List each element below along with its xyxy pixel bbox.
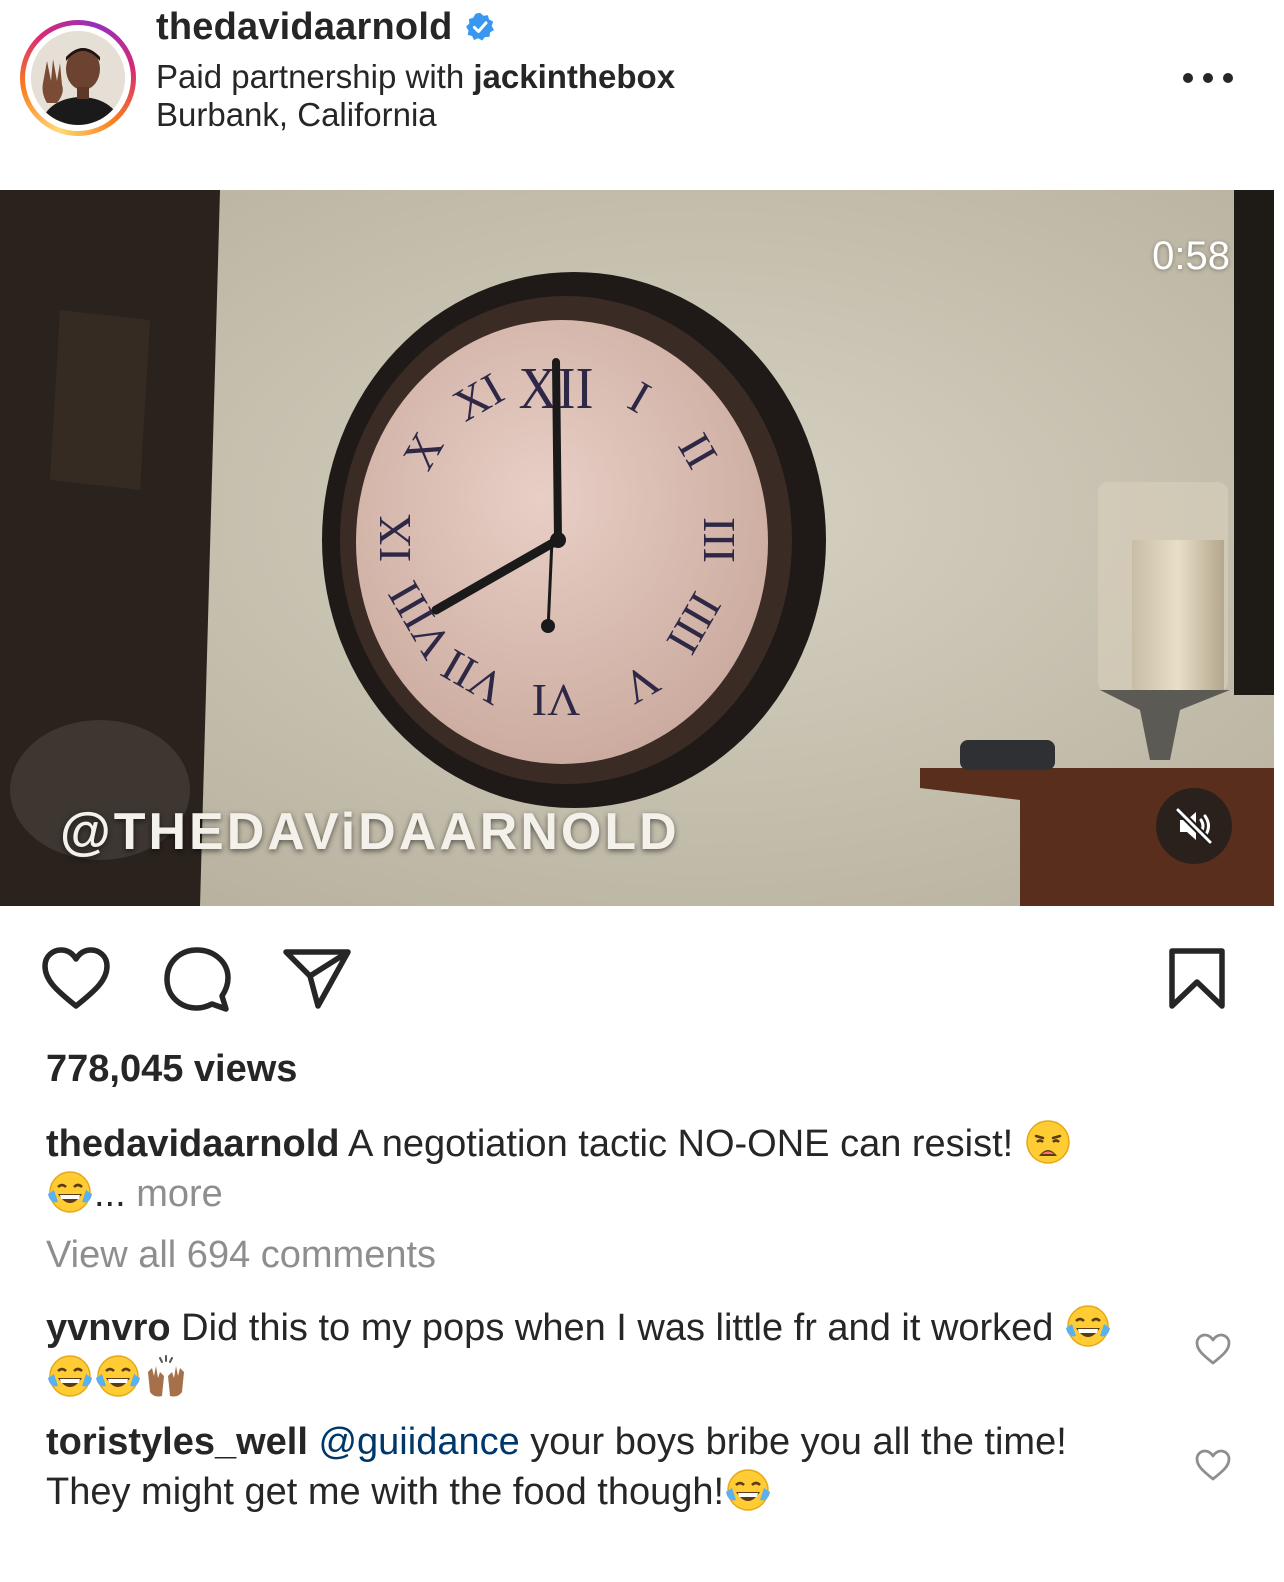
comment-username[interactable]: toristyles_well [46, 1421, 308, 1463]
partnership-prefix: Paid partnership with [156, 58, 474, 95]
weary-face-emoji-icon [1026, 1120, 1070, 1164]
caption-ellipsis: ... [94, 1173, 137, 1215]
comment-item: toristyles_well @guiidance your boys bri… [46, 1418, 1146, 1516]
comment-text: Did this to my pops when I was little fr… [170, 1307, 1064, 1349]
svg-text:III: III [694, 517, 745, 563]
view-all-comments-link[interactable]: View all 694 comments [46, 1234, 436, 1277]
story-ring[interactable] [20, 20, 136, 136]
video-duration: 0:58 [1152, 234, 1230, 278]
comment-bubble-icon[interactable] [162, 946, 232, 1016]
svg-text:IX: IX [369, 514, 420, 563]
tears-of-joy-emoji-icon [48, 1171, 92, 1213]
tears-of-joy-emoji-icon [96, 1355, 140, 1397]
post-caption: thedavidaarnold A negotiation tactic NO-… [46, 1118, 1236, 1218]
speaker-muted-icon [1175, 807, 1213, 845]
caption-text: A negotiation tactic NO-ONE can resist! [339, 1123, 1024, 1165]
comment-heart-icon[interactable] [1194, 1332, 1232, 1366]
comment-item: yvnvro Did this to my pops when I was li… [46, 1302, 1146, 1402]
comment-heart-icon[interactable] [1194, 1448, 1232, 1482]
tears-of-joy-emoji-icon [48, 1355, 92, 1397]
avatar[interactable] [31, 31, 125, 125]
comment-text-lead [308, 1421, 319, 1463]
mute-toggle-button[interactable] [1156, 788, 1232, 864]
paper-plane-icon[interactable] [282, 946, 352, 1012]
verified-badge-icon [465, 12, 494, 41]
post-header: thedavidaarnold Paid partnership with ja… [0, 0, 1284, 190]
raising-hands-emoji-icon [148, 1355, 184, 1397]
tears-of-joy-emoji-icon [1066, 1305, 1110, 1347]
heart-icon[interactable] [40, 946, 112, 1012]
action-bar [0, 930, 1284, 1030]
video-frame: XII I II III IIII V VI VII VIII IX X XI [0, 190, 1274, 906]
video-player[interactable]: XII I II III IIII V VI VII VIII IX X XI … [0, 190, 1274, 906]
comment-username[interactable]: yvnvro [46, 1307, 171, 1349]
bookmark-icon[interactable] [1166, 946, 1228, 1012]
video-watermark: @THEDAViDAARNOLD [60, 803, 680, 861]
location-link[interactable]: Burbank, California [156, 96, 437, 134]
view-count[interactable]: 778,045 views [46, 1048, 297, 1091]
tears-of-joy-emoji-icon [726, 1469, 771, 1511]
username[interactable]: thedavidaarnold [156, 6, 453, 49]
paid-partnership-label: Paid partnership with jackinthebox [156, 58, 675, 96]
partner-link[interactable]: jackinthebox [473, 58, 675, 95]
more-horizontal-icon[interactable] [1183, 66, 1233, 90]
caption-username[interactable]: thedavidaarnold [46, 1123, 340, 1165]
svg-text:VI: VI [532, 675, 581, 726]
comment-mention-link[interactable]: @guiidance [318, 1421, 519, 1463]
caption-more-link[interactable]: more [136, 1173, 223, 1215]
